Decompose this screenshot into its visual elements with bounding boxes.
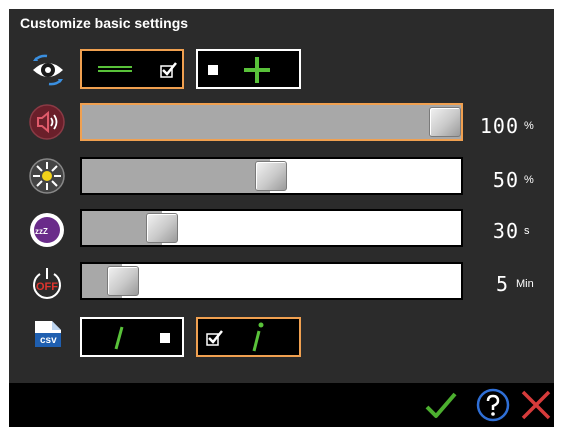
dialog-title: Customize basic settings: [20, 15, 189, 31]
power-off-icon: OFF: [29, 265, 65, 301]
checkbox-unchecked-icon: [208, 65, 218, 75]
brightness-fill: [82, 159, 270, 193]
auto-off-thumb[interactable]: [107, 266, 139, 296]
auto-off-unit: Min: [516, 278, 534, 290]
volume-thumb[interactable]: [429, 107, 461, 137]
dialog-footer: [9, 383, 554, 427]
brightness-unit: %: [524, 174, 534, 186]
svg-text:zzZ: zzZ: [35, 227, 48, 236]
question-icon: [476, 388, 510, 422]
sun-icon: [29, 158, 65, 194]
volume-unit: %: [524, 120, 534, 132]
volume-value: 100: [479, 114, 519, 138]
eye-rotate-icon: [30, 52, 66, 88]
slash-icon: [114, 326, 124, 350]
display-option-minus[interactable]: [80, 49, 184, 89]
sleep-value: 30: [492, 219, 519, 243]
csv-option-slash[interactable]: [80, 317, 184, 357]
close-icon: [521, 390, 551, 420]
checkbox-checked-icon: [206, 330, 223, 346]
brightness-thumb[interactable]: [255, 161, 287, 191]
settings-dialog: Customize basic settings 100 % 50 % zzZ …: [9, 9, 554, 383]
moon-zzz-icon: zzZ: [29, 212, 65, 248]
brightness-value: 50: [492, 168, 519, 192]
checkbox-unchecked-icon: [160, 333, 170, 343]
plus-line-icon: [244, 57, 270, 83]
display-option-plus[interactable]: [196, 49, 301, 89]
volume-slider[interactable]: [80, 103, 463, 141]
csv-file-icon: csv: [30, 315, 66, 351]
volume-fill: [82, 105, 461, 139]
brightness-slider[interactable]: [80, 157, 463, 195]
checkbox-checked-icon: [160, 62, 177, 78]
sleep-slider[interactable]: [80, 209, 463, 247]
sleep-thumb[interactable]: [146, 213, 178, 243]
check-icon: [425, 392, 457, 418]
help-button[interactable]: [475, 387, 511, 423]
svg-text:OFF: OFF: [36, 281, 58, 293]
speaker-icon: [29, 104, 65, 140]
confirm-button[interactable]: [423, 387, 459, 423]
csv-option-info[interactable]: [196, 317, 301, 357]
auto-off-value: 5: [495, 272, 509, 296]
info-i-icon: [252, 322, 264, 352]
auto-off-slider[interactable]: [80, 262, 463, 300]
cancel-button[interactable]: [518, 387, 554, 423]
minus-line-icon: [98, 66, 132, 72]
csv-badge: csv: [40, 335, 57, 346]
sleep-unit: s: [524, 225, 530, 237]
